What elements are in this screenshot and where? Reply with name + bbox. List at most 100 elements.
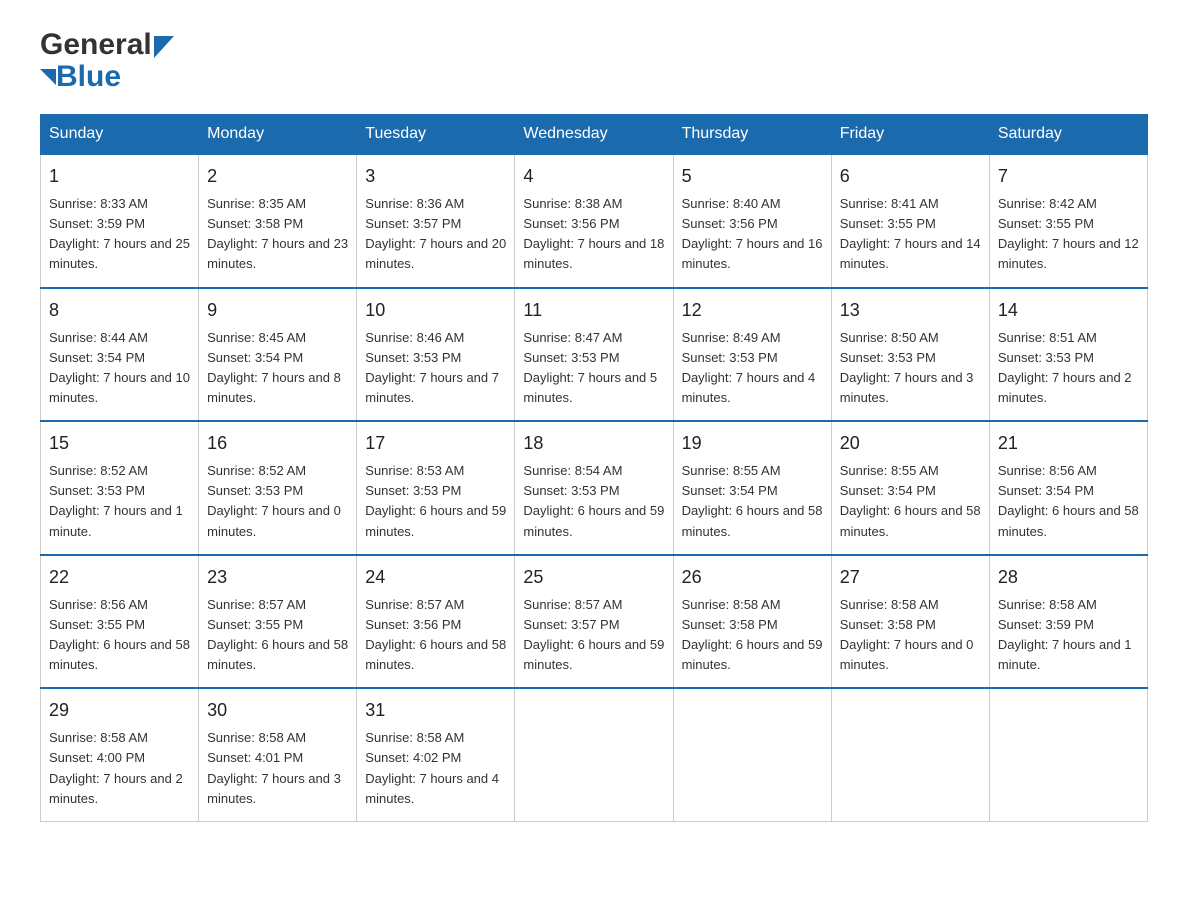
day-info: Sunrise: 8:56 AMSunset: 3:55 PMDaylight:… — [49, 597, 190, 672]
day-number: 29 — [49, 697, 190, 724]
calendar-day-cell: 12 Sunrise: 8:49 AMSunset: 3:53 PMDayligh… — [673, 288, 831, 422]
weekday-header-sunday: Sunday — [41, 115, 199, 155]
weekday-header-thursday: Thursday — [673, 115, 831, 155]
weekday-header-row: SundayMondayTuesdayWednesdayThursdayFrid… — [41, 115, 1148, 155]
day-info: Sunrise: 8:58 AMSunset: 4:01 PMDaylight:… — [207, 730, 341, 805]
calendar-day-cell: 30Sunrise: 8:58 AMSunset: 4:01 PMDayligh… — [199, 688, 357, 821]
day-number: 4 — [523, 163, 664, 190]
day-number: 22 — [49, 564, 190, 591]
weekday-header-tuesday: Tuesday — [357, 115, 515, 155]
day-number: 17 — [365, 430, 506, 457]
day-info: Sunrise: 8:50 AMSunset: 3:53 PMDaylight:… — [840, 330, 974, 405]
calendar-day-cell: 9 Sunrise: 8:45 AMSunset: 3:54 PMDaylight… — [199, 288, 357, 422]
logo-small-triangle-icon — [40, 69, 56, 85]
day-info: Sunrise: 8:57 AMSunset: 3:57 PMDaylight:… — [523, 597, 664, 672]
day-info: Sunrise: 8:54 AMSunset: 3:53 PMDaylight:… — [523, 463, 664, 538]
day-number: 5 — [682, 163, 823, 190]
day-number: 23 — [207, 564, 348, 591]
calendar-day-cell: 8 Sunrise: 8:44 AMSunset: 3:54 PMDaylight… — [41, 288, 199, 422]
day-number: 7 — [998, 163, 1139, 190]
day-number: 15 — [49, 430, 190, 457]
calendar-day-cell: 18 Sunrise: 8:54 AMSunset: 3:53 PMDayligh… — [515, 421, 673, 555]
day-number: 14 — [998, 297, 1139, 324]
calendar-day-cell: 17 Sunrise: 8:53 AMSunset: 3:53 PMDayligh… — [357, 421, 515, 555]
day-number: 12 — [682, 297, 823, 324]
calendar-day-cell: 11 Sunrise: 8:47 AMSunset: 3:53 PMDayligh… — [515, 288, 673, 422]
calendar-week-row: 29 Sunrise: 8:58 AMSunset: 4:00 PMDayligh… — [41, 688, 1148, 821]
day-number: 8 — [49, 297, 190, 324]
day-info: Sunrise: 8:49 AMSunset: 3:53 PMDaylight:… — [682, 330, 816, 405]
day-info: Sunrise: 8:53 AMSunset: 3:53 PMDaylight:… — [365, 463, 506, 538]
calendar-week-row: 22 Sunrise: 8:56 AMSunset: 3:55 PMDayligh… — [41, 555, 1148, 689]
day-number: 10 — [365, 297, 506, 324]
calendar-day-cell: 15 Sunrise: 8:52 AMSunset: 3:53 PMDayligh… — [41, 421, 199, 555]
day-number: 16 — [207, 430, 348, 457]
day-number: 31 — [365, 697, 506, 724]
day-info: Sunrise: 8:52 AMSunset: 3:53 PMDaylight:… — [49, 463, 183, 538]
calendar-day-cell: 23 Sunrise: 8:57 AMSunset: 3:55 PMDayligh… — [199, 555, 357, 689]
day-number: 28 — [998, 564, 1139, 591]
calendar-day-cell: 16 Sunrise: 8:52 AMSunset: 3:53 PMDayligh… — [199, 421, 357, 555]
day-info: Sunrise: 8:58 AMSunset: 3:58 PMDaylight:… — [840, 597, 974, 672]
weekday-header-saturday: Saturday — [989, 115, 1147, 155]
day-info: Sunrise: 8:40 AMSunset: 3:56 PMDaylight:… — [682, 196, 823, 271]
day-number: 24 — [365, 564, 506, 591]
day-info: Sunrise: 8:47 AMSunset: 3:53 PMDaylight:… — [523, 330, 657, 405]
day-number: 18 — [523, 430, 664, 457]
day-info: Sunrise: 8:33 AMSunset: 3:59 PMDaylight:… — [49, 196, 190, 271]
day-info: Sunrise: 8:57 AMSunset: 3:55 PMDaylight:… — [207, 597, 348, 672]
day-info: Sunrise: 8:44 AMSunset: 3:54 PMDaylight:… — [49, 330, 190, 405]
calendar-day-cell: 7Sunrise: 8:42 AMSunset: 3:55 PMDaylight… — [989, 154, 1147, 288]
calendar-week-row: 1 Sunrise: 8:33 AMSunset: 3:59 PMDaylight… — [41, 154, 1148, 288]
day-info: Sunrise: 8:57 AMSunset: 3:56 PMDaylight:… — [365, 597, 506, 672]
day-number: 19 — [682, 430, 823, 457]
day-info: Sunrise: 8:36 AMSunset: 3:57 PMDaylight:… — [365, 196, 506, 271]
logo: General Blue — [40, 30, 174, 94]
calendar-day-cell: 29 Sunrise: 8:58 AMSunset: 4:00 PMDayligh… — [41, 688, 199, 821]
calendar-day-cell — [831, 688, 989, 821]
day-info: Sunrise: 8:35 AMSunset: 3:58 PMDaylight:… — [207, 196, 348, 271]
calendar-week-row: 15 Sunrise: 8:52 AMSunset: 3:53 PMDayligh… — [41, 421, 1148, 555]
day-info: Sunrise: 8:41 AMSunset: 3:55 PMDaylight:… — [840, 196, 981, 271]
calendar-day-cell: 19 Sunrise: 8:55 AMSunset: 3:54 PMDayligh… — [673, 421, 831, 555]
day-info: Sunrise: 8:55 AMSunset: 3:54 PMDaylight:… — [840, 463, 981, 538]
day-number: 27 — [840, 564, 981, 591]
logo-triangle-icon — [154, 36, 174, 58]
calendar-day-cell: 26Sunrise: 8:58 AMSunset: 3:58 PMDayligh… — [673, 555, 831, 689]
calendar-day-cell: 4 Sunrise: 8:38 AMSunset: 3:56 PMDaylight… — [515, 154, 673, 288]
calendar-day-cell: 6 Sunrise: 8:41 AMSunset: 3:55 PMDaylight… — [831, 154, 989, 288]
day-info: Sunrise: 8:52 AMSunset: 3:53 PMDaylight:… — [207, 463, 341, 538]
calendar-day-cell: 31 Sunrise: 8:58 AMSunset: 4:02 PMDayligh… — [357, 688, 515, 821]
logo-blue-text: Blue — [56, 60, 121, 94]
calendar-day-cell — [989, 688, 1147, 821]
weekday-header-wednesday: Wednesday — [515, 115, 673, 155]
weekday-header-friday: Friday — [831, 115, 989, 155]
day-number: 9 — [207, 297, 348, 324]
calendar-day-cell: 22 Sunrise: 8:56 AMSunset: 3:55 PMDayligh… — [41, 555, 199, 689]
calendar-table: SundayMondayTuesdayWednesdayThursdayFrid… — [40, 114, 1148, 822]
calendar-day-cell: 28Sunrise: 8:58 AMSunset: 3:59 PMDayligh… — [989, 555, 1147, 689]
day-info: Sunrise: 8:45 AMSunset: 3:54 PMDaylight:… — [207, 330, 341, 405]
calendar-day-cell: 24 Sunrise: 8:57 AMSunset: 3:56 PMDayligh… — [357, 555, 515, 689]
calendar-day-cell: 25Sunrise: 8:57 AMSunset: 3:57 PMDayligh… — [515, 555, 673, 689]
day-info: Sunrise: 8:58 AMSunset: 4:00 PMDaylight:… — [49, 730, 183, 805]
day-number: 1 — [49, 163, 190, 190]
calendar-day-cell: 20Sunrise: 8:55 AMSunset: 3:54 PMDayligh… — [831, 421, 989, 555]
calendar-day-cell: 5 Sunrise: 8:40 AMSunset: 3:56 PMDaylight… — [673, 154, 831, 288]
day-number: 11 — [523, 297, 664, 324]
page-header: General Blue — [40, 30, 1148, 94]
day-info: Sunrise: 8:51 AMSunset: 3:53 PMDaylight:… — [998, 330, 1132, 405]
day-info: Sunrise: 8:55 AMSunset: 3:54 PMDaylight:… — [682, 463, 823, 538]
day-number: 2 — [207, 163, 348, 190]
day-number: 6 — [840, 163, 981, 190]
day-info: Sunrise: 8:38 AMSunset: 3:56 PMDaylight:… — [523, 196, 664, 271]
calendar-day-cell: 10Sunrise: 8:46 AMSunset: 3:53 PMDayligh… — [357, 288, 515, 422]
day-number: 3 — [365, 163, 506, 190]
calendar-week-row: 8 Sunrise: 8:44 AMSunset: 3:54 PMDaylight… — [41, 288, 1148, 422]
calendar-day-cell: 1 Sunrise: 8:33 AMSunset: 3:59 PMDaylight… — [41, 154, 199, 288]
day-info: Sunrise: 8:58 AMSunset: 4:02 PMDaylight:… — [365, 730, 499, 805]
day-info: Sunrise: 8:56 AMSunset: 3:54 PMDaylight:… — [998, 463, 1139, 538]
logo-general-text: General — [40, 30, 152, 60]
calendar-day-cell: 21Sunrise: 8:56 AMSunset: 3:54 PMDayligh… — [989, 421, 1147, 555]
calendar-day-cell: 27 Sunrise: 8:58 AMSunset: 3:58 PMDayligh… — [831, 555, 989, 689]
